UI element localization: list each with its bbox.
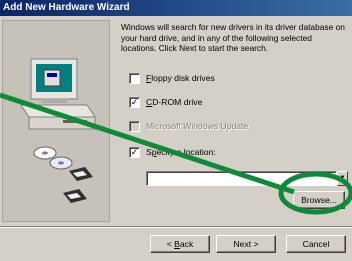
- wizard-illustration: [2, 20, 110, 222]
- browse-button[interactable]: Browse...: [293, 191, 345, 209]
- cdrom-checkbox[interactable]: ✓: [129, 96, 140, 108]
- windows-update-label: Microsoft Windows Update: [146, 121, 249, 131]
- next-button[interactable]: Next >: [216, 235, 276, 253]
- location-label: Specify a location:: [146, 147, 216, 157]
- cancel-button[interactable]: Cancel: [286, 235, 346, 253]
- chevron-down-icon[interactable]: ▼: [337, 171, 348, 186]
- windows-update-option: Microsoft Windows Update: [129, 120, 248, 132]
- floppy-option[interactable]: Floppy disk drives: [129, 72, 215, 84]
- title-bar: Add New Hardware Wizard: [0, 0, 352, 16]
- floppy-checkbox[interactable]: [129, 72, 140, 84]
- divider: [0, 226, 352, 228]
- cdrom-option[interactable]: ✓ CD-ROM drive: [129, 96, 202, 108]
- windows-update-checkbox: [129, 120, 140, 132]
- computer-with-discs-icon: [3, 21, 109, 221]
- location-checkbox[interactable]: ✓: [129, 146, 140, 158]
- cdrom-label: CD-ROM drive: [146, 97, 203, 107]
- back-button[interactable]: < Back: [150, 235, 210, 253]
- wizard-dialog: Windows will search for new drivers in i…: [0, 16, 352, 261]
- instructions-text: Windows will search for new drivers in i…: [121, 22, 345, 53]
- location-option[interactable]: ✓ Specify a location:: [129, 146, 216, 158]
- window-title: Add New Hardware Wizard: [3, 2, 130, 13]
- floppy-label: Floppy disk drives: [146, 73, 215, 83]
- location-combobox-input[interactable]: [146, 171, 337, 186]
